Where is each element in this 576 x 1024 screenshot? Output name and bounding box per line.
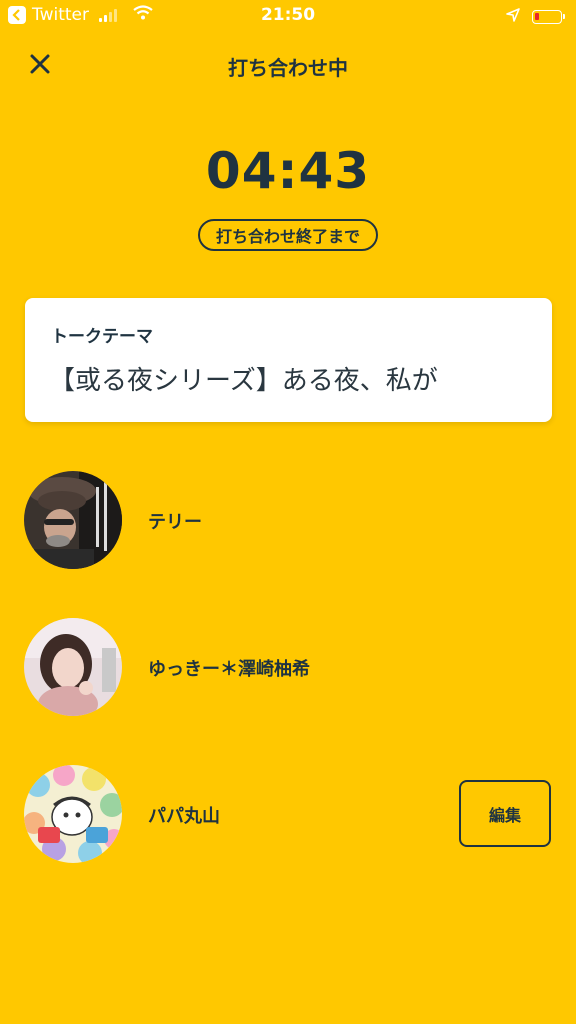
- participant-row[interactable]: ゆっきー＊澤崎柚希: [0, 618, 576, 718]
- participant-row[interactable]: テリー: [0, 471, 576, 571]
- countdown-timer: 04:43: [205, 142, 371, 200]
- edit-button[interactable]: 編集: [459, 780, 551, 847]
- status-bar: Twitter 21:50: [0, 0, 576, 34]
- participant-name: テリー: [148, 512, 202, 533]
- participant-name: ゆっきー＊澤崎柚希: [148, 659, 310, 680]
- header: 打ち合わせ中: [0, 40, 576, 90]
- topic-card: トークテーマ 【或る夜シリーズ】ある夜、私が: [25, 298, 552, 422]
- topic-text: 【或る夜シリーズ】ある夜、私が: [49, 366, 438, 396]
- avatar[interactable]: [24, 765, 122, 863]
- topic-label: トークテーマ: [51, 327, 153, 347]
- status-time: 21:50: [260, 5, 316, 25]
- participant-name: パパ丸山: [148, 806, 220, 827]
- avatar[interactable]: [24, 471, 122, 569]
- battery-level: [535, 13, 539, 20]
- status-right: [506, 7, 565, 27]
- participant-row[interactable]: パパ丸山 編集: [0, 765, 576, 865]
- location-arrow-icon: [506, 7, 520, 27]
- timer-caption-wrap: 打ち合わせ終了まで: [0, 219, 576, 251]
- page-title: 打ち合わせ中: [228, 56, 348, 80]
- battery-icon: [532, 10, 565, 24]
- avatar[interactable]: [24, 618, 122, 716]
- timer-caption: 打ち合わせ終了まで: [197, 219, 378, 251]
